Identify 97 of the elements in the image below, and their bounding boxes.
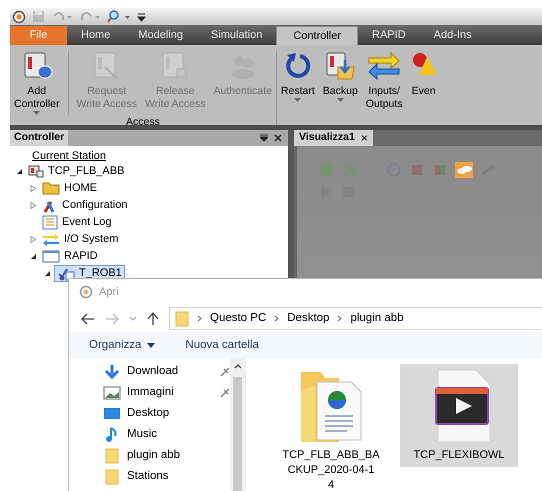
ribbon-button[interactable]: Restart <box>276 51 319 125</box>
chevron-down-icon[interactable] <box>129 316 137 322</box>
redo-icon[interactable] <box>79 10 101 23</box>
ribbon-tab[interactable]: Home <box>67 26 124 45</box>
file-item[interactable]: TCP_FLB_ABB_BA CKUP_2020-04-1 4 <box>272 364 390 491</box>
nav-item[interactable]: Desktop <box>103 403 230 424</box>
nav-item[interactable]: Immagini <box>103 382 230 403</box>
file-item[interactable]: TCP_FLEXIBOWL <box>400 364 518 467</box>
collapsed-arrow-icon[interactable] <box>30 236 36 243</box>
caret-icon <box>147 342 156 348</box>
station-icon <box>28 164 44 178</box>
nav-item-label: Music <box>127 426 158 442</box>
ribbon-tab[interactable]: Controller <box>276 26 358 45</box>
tree-header: Current Station <box>32 149 107 163</box>
pin-icon[interactable] <box>220 366 230 376</box>
close-tab-button[interactable]: × <box>360 132 368 144</box>
chevron-right-icon <box>197 315 202 322</box>
document-tab[interactable]: Visualizza1 × <box>294 130 373 146</box>
ribbon-button[interactable]: Add Controller <box>10 51 69 115</box>
folder-icon <box>105 448 119 464</box>
nav-item[interactable]: plugin abb <box>103 445 230 466</box>
desktop-icon <box>103 407 121 420</box>
dropdown-caret-icon <box>294 98 302 102</box>
close-icon[interactable] <box>274 134 282 142</box>
download-icon <box>104 364 120 380</box>
app-logo-icon[interactable] <box>12 10 26 24</box>
tree-item[interactable]: TCP_FLB_ABB <box>26 163 126 180</box>
expanded-arrow-icon[interactable] <box>30 253 36 260</box>
ribbon-tab[interactable]: Add-Ins <box>420 26 486 45</box>
ribbon-tab[interactable]: Simulation <box>196 26 276 45</box>
ribbon-tab[interactable]: RAPID <box>358 26 420 45</box>
tree-item[interactable]: I/O System <box>40 231 120 248</box>
collapsed-arrow-icon[interactable] <box>30 185 36 192</box>
nav-item[interactable]: Music <box>103 424 230 445</box>
tree-item-label: Configuration <box>62 198 128 214</box>
tree-item-label: Event Log <box>62 215 112 230</box>
nav-item-label: Stations <box>127 468 170 484</box>
chevron-right-icon <box>274 315 280 322</box>
customize-icon[interactable] <box>137 12 146 22</box>
back-arrow-icon[interactable] <box>81 312 95 324</box>
tree-item-label: I/O System <box>64 232 118 248</box>
file-name: TCP_FLEXIBOWL <box>413 448 505 463</box>
up-arrow-icon[interactable] <box>147 312 159 326</box>
music-note-icon <box>105 426 119 442</box>
nav-item-label: plugin abb <box>127 448 182 463</box>
folder-icon <box>42 182 60 195</box>
pictures-icon <box>103 386 121 400</box>
breadcrumb-item[interactable]: Questo PC <box>210 310 266 328</box>
ribbon-button[interactable]: Backup <box>318 51 362 125</box>
search-icon[interactable] <box>107 10 131 23</box>
file-name: TCP_FLB_ABB_BA CKUP_2020-04-1 4 <box>282 448 380 491</box>
folder-icon <box>105 468 119 484</box>
nav-item[interactable]: Stations <box>103 466 230 487</box>
nav-item-label: Immagini <box>127 384 175 400</box>
chevron-right-icon <box>337 315 342 322</box>
save-icon[interactable] <box>32 10 45 23</box>
nav-item-label: Download <box>127 364 180 379</box>
collapsed-arrow-icon[interactable] <box>30 202 36 209</box>
expanded-arrow-icon[interactable] <box>16 168 22 175</box>
arrows-icon <box>42 233 60 246</box>
nav-item[interactable]: Download <box>103 361 230 382</box>
group-label: Access <box>125 115 161 130</box>
arrows-icon <box>367 51 402 81</box>
undo-icon[interactable] <box>51 10 73 23</box>
tree-item-label: HOME <box>64 181 97 196</box>
address-bar[interactable]: Questo PC Desktop plugin abb <box>169 307 542 330</box>
toolbar-button[interactable]: Nuova cartella <box>185 336 259 354</box>
scrollbar[interactable] <box>230 358 245 491</box>
nav-item-label: Desktop <box>127 406 170 421</box>
forward-arrow-icon[interactable] <box>105 312 119 324</box>
dropdown-caret-icon <box>336 98 344 102</box>
tree-item[interactable]: RAPID <box>40 248 100 265</box>
list-icon <box>42 215 58 230</box>
folder-icon <box>175 310 189 326</box>
toolbar-button[interactable]: Organizza <box>89 336 156 354</box>
scroll-up-icon[interactable] <box>234 364 242 369</box>
tree-item-label: TCP_FLB_ABB <box>48 164 124 180</box>
backup-icon <box>324 51 356 81</box>
ribbon-button[interactable]: Inputs/ Outputs <box>362 51 407 125</box>
tree-item[interactable]: Event Log <box>40 214 114 231</box>
dropdown-caret-icon <box>33 111 40 115</box>
breadcrumb-item[interactable]: Desktop <box>287 310 330 328</box>
breadcrumb-item[interactable]: plugin abb <box>350 310 404 328</box>
tree-item-label: RAPID <box>64 249 98 264</box>
app-logo-icon <box>79 284 93 299</box>
window-icon <box>42 250 60 263</box>
dialog-title: Apri <box>99 284 119 300</box>
pane-tab[interactable]: Controller <box>10 130 68 146</box>
tree-item[interactable]: HOME <box>40 180 99 197</box>
tree-item-label: T_ROB1 <box>79 266 122 282</box>
pin-icon[interactable] <box>220 388 230 398</box>
expanded-arrow-icon[interactable] <box>44 270 50 277</box>
pane-menu-icon[interactable] <box>260 134 268 142</box>
tree-item[interactable]: Configuration <box>40 197 130 214</box>
ribbon-tab[interactable]: Modeling <box>124 26 197 45</box>
ribbon-button[interactable]: Even <box>406 51 441 125</box>
document-tab-title: Visualizza1 <box>299 130 355 146</box>
